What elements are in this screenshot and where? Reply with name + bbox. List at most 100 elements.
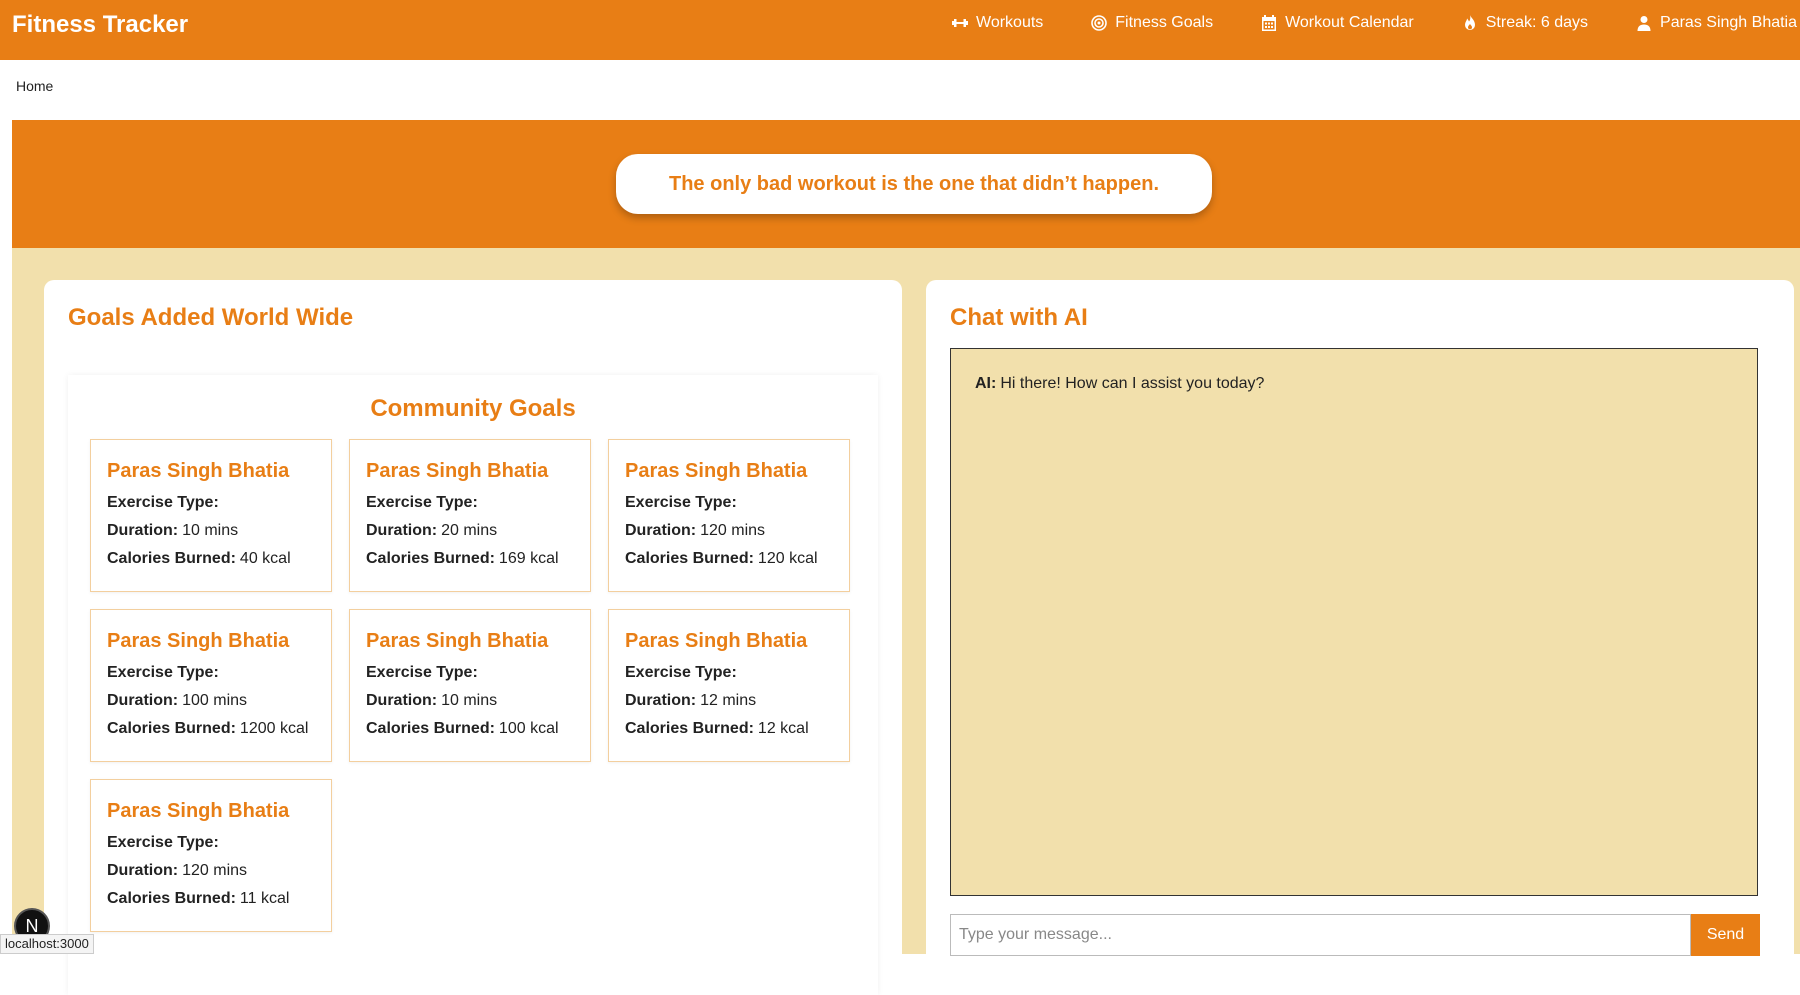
goal-card: Paras Singh Bhatia Exercise Type: Durati… <box>90 439 332 592</box>
exercise-type-label: Exercise Type: <box>107 494 219 511</box>
calories-label: Calories Burned: <box>366 720 495 737</box>
calories-label: Calories Burned: <box>625 720 754 737</box>
exercise-type-row: Exercise Type: <box>366 494 482 512</box>
duration-value: 20 mins <box>441 522 498 539</box>
calories-value: 120 kcal <box>757 550 818 567</box>
goal-card: Paras Singh Bhatia Exercise Type: Durati… <box>90 609 332 762</box>
motivational-quote: The only bad workout is the one that did… <box>669 172 1159 195</box>
breadcrumb-home[interactable]: Home <box>16 78 53 94</box>
duration-value: 100 mins <box>182 692 248 709</box>
nav-item-profile[interactable]: Paras Singh Bhatia <box>1636 14 1797 32</box>
calories-label: Calories Burned: <box>366 550 495 567</box>
duration-label: Duration: <box>366 692 438 709</box>
calendar-icon <box>1262 15 1277 31</box>
chat-panel: Chat with AI AI: Hi there! How can I assi… <box>926 280 1794 980</box>
exercise-type-label: Exercise Type: <box>107 664 219 681</box>
duration-value: 120 mins <box>182 862 248 879</box>
calories-row: Calories Burned: 40 kcal <box>107 550 291 568</box>
calories-value: 11 kcal <box>239 890 290 907</box>
goals-panel: Goals Added World Wide Community Goals P… <box>44 280 902 995</box>
goals-panel-title: Goals Added World Wide <box>68 304 354 331</box>
duration-row: Duration: 12 mins <box>625 692 756 710</box>
top-navbar: Fitness Tracker Workouts Fitness Goals W… <box>0 0 1800 60</box>
chat-message-sender: AI: <box>975 375 997 392</box>
nav-item-streak[interactable]: Streak: 6 days <box>1462 14 1588 32</box>
goal-card: Paras Singh Bhatia Exercise Type: Durati… <box>90 779 332 932</box>
calories-label: Calories Burned: <box>107 890 236 907</box>
exercise-type-row: Exercise Type: <box>107 834 223 852</box>
duration-label: Duration: <box>107 862 179 879</box>
duration-value: 12 mins <box>700 692 757 709</box>
community-goals-title: Community Goals <box>370 395 576 422</box>
calories-row: Calories Burned: 1200 kcal <box>107 720 308 738</box>
nav-item-label: Workouts <box>976 14 1044 31</box>
calories-value: 100 kcal <box>498 720 559 737</box>
hero-banner: The only bad workout is the one that did… <box>12 120 1800 248</box>
chat-message-window[interactable]: AI: Hi there! How can I assist you today? <box>950 348 1758 896</box>
exercise-type-row: Exercise Type: <box>107 664 223 682</box>
duration-value: 120 mins <box>700 522 766 539</box>
calories-row: Calories Burned: 169 kcal <box>366 550 559 568</box>
chat-message-input[interactable] <box>950 914 1691 956</box>
duration-label: Duration: <box>107 522 179 539</box>
calories-value: 1200 kcal <box>239 720 309 737</box>
exercise-type-label: Exercise Type: <box>625 664 737 681</box>
exercise-type-label: Exercise Type: <box>366 664 478 681</box>
exercise-type-row: Exercise Type: <box>366 664 482 682</box>
exercise-type-row: Exercise Type: <box>107 494 223 512</box>
duration-label: Duration: <box>625 522 697 539</box>
goal-user-name: Paras Singh Bhatia <box>366 460 549 482</box>
goal-user-name: Paras Singh Bhatia <box>107 460 290 482</box>
send-button[interactable]: Send <box>1691 914 1760 956</box>
app-title[interactable]: Fitness Tracker <box>12 11 188 39</box>
exercise-type-row: Exercise Type: <box>625 494 741 512</box>
nav-item-label: Streak: 6 days <box>1485 14 1589 31</box>
duration-row: Duration: 120 mins <box>107 862 247 880</box>
community-goals-section: Community Goals Paras Singh Bhatia Exerc… <box>68 375 878 995</box>
exercise-type-label: Exercise Type: <box>625 494 737 511</box>
calories-label: Calories Burned: <box>625 550 754 567</box>
calories-value: 169 kcal <box>498 550 559 567</box>
calories-label: Calories Burned: <box>107 720 236 737</box>
nav-item-workout-calendar[interactable]: Workout Calendar <box>1261 14 1414 32</box>
goal-card: Paras Singh Bhatia Exercise Type: Durati… <box>349 609 591 762</box>
duration-value: 10 mins <box>182 522 239 539</box>
calories-value: 12 kcal <box>757 720 809 737</box>
nav-item-label: Workout Calendar <box>1285 14 1414 31</box>
chat-message-text: Hi there! How can I assist you today? <box>1000 375 1265 392</box>
exercise-type-label: Exercise Type: <box>366 494 478 511</box>
goal-user-name: Paras Singh Bhatia <box>107 630 290 652</box>
goal-user-name: Paras Singh Bhatia <box>366 630 549 652</box>
duration-row: Duration: 10 mins <box>366 692 497 710</box>
chat-message: AI: Hi there! How can I assist you today? <box>975 375 1264 393</box>
calories-label: Calories Burned: <box>107 550 236 567</box>
nav-item-label: Paras Singh Bhatia <box>1660 14 1798 31</box>
calories-row: Calories Burned: 12 kcal <box>625 720 809 738</box>
goal-user-name: Paras Singh Bhatia <box>625 460 808 482</box>
dashboard-content: Goals Added World Wide Community Goals P… <box>12 248 1800 995</box>
duration-row: Duration: 10 mins <box>107 522 238 540</box>
nav-menu: Workouts Fitness Goals Workout Calendar … <box>952 14 1797 32</box>
calories-row: Calories Burned: 100 kcal <box>366 720 559 738</box>
status-bar-url: localhost:3000 <box>0 934 94 954</box>
duration-value: 10 mins <box>441 692 498 709</box>
dumbbell-icon <box>952 19 968 27</box>
target-icon <box>1091 15 1108 31</box>
nav-item-label: Fitness Goals <box>1115 14 1214 31</box>
goal-card: Paras Singh Bhatia Exercise Type: Durati… <box>608 439 850 592</box>
calories-row: Calories Burned: 11 kcal <box>107 890 289 908</box>
duration-row: Duration: 100 mins <box>107 692 247 710</box>
goal-user-name: Paras Singh Bhatia <box>107 800 290 822</box>
nav-item-workouts[interactable]: Workouts <box>952 14 1043 32</box>
calories-value: 40 kcal <box>239 550 291 567</box>
chat-panel-title: Chat with AI <box>950 304 1088 331</box>
calories-row: Calories Burned: 120 kcal <box>625 550 818 568</box>
goal-user-name: Paras Singh Bhatia <box>625 630 808 652</box>
user-icon <box>1637 16 1651 31</box>
nav-item-fitness-goals[interactable]: Fitness Goals <box>1091 14 1213 32</box>
motivational-quote-box: The only bad workout is the one that did… <box>616 154 1212 214</box>
fire-icon <box>1464 15 1475 30</box>
exercise-type-row: Exercise Type: <box>625 664 741 682</box>
goal-card: Paras Singh Bhatia Exercise Type: Durati… <box>608 609 850 762</box>
duration-label: Duration: <box>625 692 697 709</box>
